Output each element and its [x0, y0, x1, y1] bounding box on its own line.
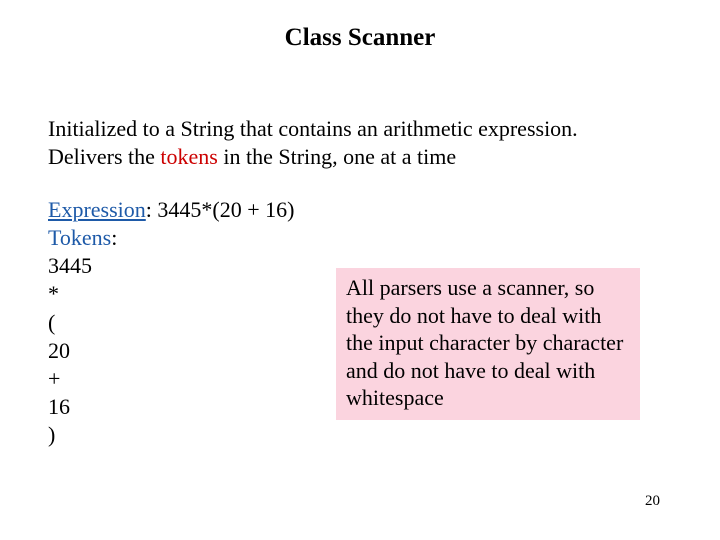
- token-item: 3445: [48, 252, 294, 280]
- expression-section: Expression: 3445*(20 + 16) Tokens: 3445 …: [48, 196, 294, 449]
- intro-line2-after: in the String, one at a time: [218, 144, 456, 169]
- token-item: 16: [48, 393, 294, 421]
- token-list: 3445 * ( 20 + 16 ): [48, 252, 294, 449]
- token-item: *: [48, 280, 294, 308]
- token-item: ): [48, 421, 294, 449]
- token-item: 20: [48, 337, 294, 365]
- intro-line2-before: Delivers the: [48, 144, 160, 169]
- expression-label: Expression: [48, 197, 146, 222]
- intro-line1: Initialized to a String that contains an…: [48, 116, 578, 141]
- slide-title: Class Scanner: [0, 24, 720, 52]
- expression-value: 3445*(20 + 16): [157, 197, 294, 222]
- intro-text: Initialized to a String that contains an…: [48, 115, 672, 170]
- tokens-colon: :: [111, 225, 117, 250]
- slide: Class Scanner Initialized to a String th…: [0, 0, 720, 540]
- tokens-label: Tokens: [48, 225, 111, 250]
- token-item: +: [48, 365, 294, 393]
- token-item: (: [48, 309, 294, 337]
- callout-box: All parsers use a scanner, so they do no…: [336, 268, 640, 420]
- page-number: 20: [645, 493, 660, 510]
- expression-colon: :: [146, 197, 158, 222]
- intro-tokens-word: tokens: [160, 144, 217, 169]
